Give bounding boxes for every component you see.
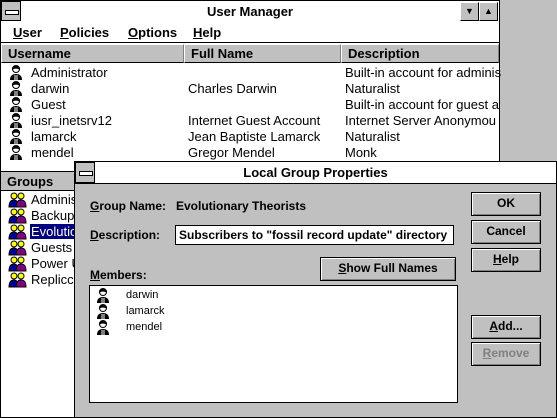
help-button[interactable]: Help <box>471 248 541 272</box>
group-name: Backup <box>31 208 75 223</box>
remove-button[interactable]: Remove <box>471 342 541 366</box>
user-row[interactable]: lamarck Jean Baptiste Lamarck Naturalist <box>7 129 499 145</box>
local-group-properties-dialog: Local Group Properties Group Name: Evolu… <box>74 161 557 418</box>
user-row[interactable]: Guest Built-in account for guest a <box>7 97 499 113</box>
group-name: Adminis <box>31 192 78 207</box>
dialog-title: Local Group Properties <box>243 165 388 180</box>
group-name: Evolutio <box>30 224 79 239</box>
group-icon <box>8 272 28 288</box>
group-row[interactable]: Adminis <box>7 192 79 208</box>
fullname-cell: Gregor Mendel <box>188 145 275 160</box>
username-cell: lamarck <box>31 129 77 144</box>
user-icon <box>96 304 110 320</box>
user-row[interactable]: iusr_inetsrv12 Internet Guest Account Inte… <box>7 113 499 129</box>
description-label: Description: <box>90 228 161 242</box>
user-row[interactable]: darwin Charles Darwin Naturalist <box>7 81 499 97</box>
column-header-fullname[interactable]: Full Name <box>184 44 341 63</box>
group-row[interactable]: Power U <box>7 256 79 272</box>
group-name: Guests <box>31 240 73 255</box>
window-title: User Manager <box>207 4 293 19</box>
menu-policies[interactable]: Policies <box>60 25 109 40</box>
username-cell: darwin <box>31 81 70 96</box>
user-icon <box>9 129 23 145</box>
fullname-cell: Jean Baptiste Lamarck <box>188 129 321 144</box>
description-cell: Internet Server Anonymou <box>345 113 497 128</box>
user-icon <box>96 288 110 304</box>
menu-bar: User Policies Options Help <box>1 23 499 43</box>
username-cell: Administrator <box>31 65 108 80</box>
group-name-label: Group Name: <box>90 199 167 213</box>
group-name-value: Evolutionary Theorists <box>176 199 307 213</box>
group-icon <box>8 224 28 240</box>
minimize-icon: ▼ <box>465 6 474 16</box>
group-row[interactable]: Replicc <box>7 272 79 288</box>
title-bar[interactable]: User Manager ▼ ▲ <box>1 1 499 24</box>
user-icon <box>9 65 23 81</box>
description-cell: Monk <box>345 145 377 160</box>
groups-header: Groups <box>1 171 81 191</box>
group-icon <box>8 240 28 256</box>
ok-button[interactable]: OK <box>471 192 541 216</box>
user-icon <box>9 113 23 129</box>
description-input[interactable]: Subscribers to "fossil record update" di… <box>175 225 454 245</box>
user-icon <box>9 97 23 113</box>
member-name: lamarck <box>126 305 165 317</box>
group-icon <box>8 256 28 272</box>
column-header-description[interactable]: Description <box>341 44 499 63</box>
minimize-button[interactable]: ▼ <box>460 2 479 21</box>
username-cell: mendel <box>31 145 74 160</box>
group-row[interactable]: Guests <box>7 240 79 256</box>
group-row[interactable]: Evolutio <box>7 224 79 240</box>
username-cell: Guest <box>31 97 66 112</box>
user-row[interactable]: mendel Gregor Mendel Monk <box>7 145 499 161</box>
description-cell: Built-in account for guest a <box>345 97 499 112</box>
fullname-cell: Internet Guest Account <box>188 113 321 128</box>
member-name: darwin <box>126 289 159 301</box>
members-label: Members: <box>90 268 147 282</box>
group-row[interactable]: Backup <box>7 208 79 224</box>
group-icon <box>8 208 28 224</box>
menu-options[interactable]: Options <box>128 25 177 40</box>
member-name: mendel <box>126 321 163 333</box>
user-icon <box>96 320 110 336</box>
fullname-cell: Charles Darwin <box>188 81 277 96</box>
description-cell: Built-in account for adminis <box>345 65 502 80</box>
members-list[interactable]: darwin lamarck mendel <box>89 285 458 403</box>
user-icon <box>9 145 23 161</box>
group-name: Replicc <box>31 272 74 287</box>
username-cell: iusr_inetsrv12 <box>31 113 112 128</box>
user-icon <box>9 81 23 97</box>
dialog-title-bar[interactable]: Local Group Properties <box>75 162 556 184</box>
group-icon <box>8 192 28 208</box>
group-name: Power U <box>31 256 79 271</box>
user-row[interactable]: Administrator Built-in account for admini… <box>7 65 502 81</box>
show-full-names-button[interactable]: Show Full Names <box>320 257 456 281</box>
column-header-username[interactable]: Username <box>1 44 184 63</box>
maximize-icon: ▲ <box>484 6 493 16</box>
menu-help[interactable]: Help <box>193 25 221 40</box>
cancel-button[interactable]: Cancel <box>471 220 541 244</box>
description-cell: Naturalist <box>345 129 400 144</box>
maximize-button[interactable]: ▲ <box>479 2 498 21</box>
description-cell: Naturalist <box>345 81 400 96</box>
add-button[interactable]: Add... <box>471 315 541 339</box>
menu-user[interactable]: User <box>13 25 42 40</box>
